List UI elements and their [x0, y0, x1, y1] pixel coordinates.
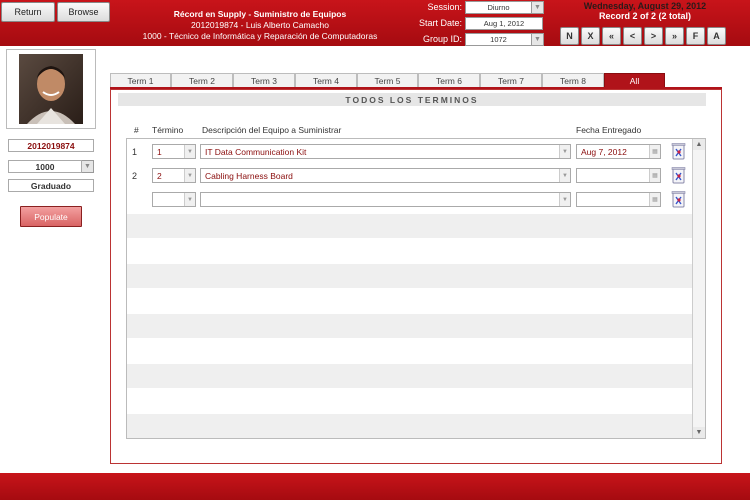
chevron-down-icon[interactable]: ▼: [82, 160, 94, 173]
row-number: 1: [132, 147, 138, 157]
tab-term-5[interactable]: Term 5: [357, 73, 418, 87]
student-line: 2012019874 - Luis Alberto Camacho: [191, 20, 329, 30]
tab-term-2[interactable]: Term 2: [171, 73, 233, 87]
program-select[interactable]: 1000: [8, 160, 82, 173]
nav-first-button[interactable]: «: [602, 27, 621, 45]
description-value: Cabling Harness Board: [205, 170, 293, 181]
page-title: Récord en Supply - Suministro de Equipos: [173, 9, 347, 19]
date-field[interactable]: ▦: [576, 168, 661, 183]
nav-last-button[interactable]: »: [665, 27, 684, 45]
table-row: 2 2 ▼ Cabling Harness Board ▼ ▦: [127, 163, 693, 187]
title-block: Récord en Supply - Suministro de Equipos…: [130, 9, 390, 42]
chevron-down-icon[interactable]: ▼: [184, 169, 195, 182]
footer-bar: [0, 473, 750, 500]
calendar-icon[interactable]: ▦: [649, 169, 660, 182]
description-select[interactable]: Cabling Harness Board ▼: [200, 168, 571, 183]
chevron-down-icon[interactable]: ▼: [559, 169, 570, 182]
scroll-up-icon[interactable]: ▲: [693, 139, 705, 150]
student-photo: [6, 49, 96, 129]
empty-row: [127, 264, 693, 288]
row-number: 2: [132, 171, 138, 181]
nav-all-button[interactable]: A: [707, 27, 726, 45]
tab-all[interactable]: All: [604, 73, 665, 87]
record-counter: Record 2 of 2 (2 total): [598, 11, 691, 21]
column-header-num: #: [134, 125, 139, 135]
tab-term-3[interactable]: Term 3: [233, 73, 295, 87]
date-block: Wednesday, August 29, 2012 Record 2 of 2…: [560, 1, 730, 21]
calendar-icon[interactable]: ▦: [649, 145, 660, 158]
empty-row: [127, 389, 693, 413]
chevron-down-icon[interactable]: ▼: [559, 193, 570, 206]
student-id-field[interactable]: 2012019874: [8, 139, 94, 152]
nav-delete-button[interactable]: X: [581, 27, 600, 45]
trash-icon[interactable]: [671, 142, 686, 160]
browse-button[interactable]: Browse: [57, 2, 110, 22]
tab-term-4[interactable]: Term 4: [295, 73, 357, 87]
vertical-scrollbar[interactable]: ▲ ▼: [692, 139, 705, 438]
return-button[interactable]: Return: [1, 2, 55, 22]
term-select[interactable]: 1 ▼: [152, 144, 196, 159]
calendar-icon[interactable]: ▦: [649, 193, 660, 206]
nav-new-button[interactable]: N: [560, 27, 579, 45]
trash-icon[interactable]: [671, 190, 686, 208]
date-value: Aug 7, 2012: [581, 146, 627, 157]
empty-row: [127, 414, 693, 438]
column-header-date: Fecha Entregado: [576, 125, 642, 135]
description-value: IT Data Communication Kit: [205, 146, 307, 157]
tab-term-7[interactable]: Term 7: [480, 73, 542, 87]
column-header-term: Término: [152, 125, 184, 135]
tab-term-6[interactable]: Term 6: [418, 73, 480, 87]
tab-term-8[interactable]: Term 8: [542, 73, 604, 87]
program-line: 1000 - Técnico de Informática y Reparaci…: [142, 31, 378, 41]
trash-icon[interactable]: [671, 166, 686, 184]
nav-next-button[interactable]: >: [644, 27, 663, 45]
supply-grid: 1 1 ▼ IT Data Communication Kit ▼ Aug 7,…: [126, 138, 706, 439]
start-date-field[interactable]: Aug 1, 2012: [465, 17, 543, 30]
table-row: ▼ ▼ ▦: [127, 187, 693, 211]
chevron-down-icon[interactable]: ▼: [532, 33, 544, 46]
scroll-down-icon[interactable]: ▼: [693, 427, 705, 438]
chevron-down-icon[interactable]: ▼: [532, 1, 544, 14]
empty-row: [127, 339, 693, 363]
start-date-label: Start Date:: [418, 18, 462, 28]
chevron-down-icon[interactable]: ▼: [184, 193, 195, 206]
description-select[interactable]: ▼: [200, 192, 571, 207]
term-value: 1: [157, 146, 162, 157]
date-field[interactable]: Aug 7, 2012 ▦: [576, 144, 661, 159]
date-field[interactable]: ▦: [576, 192, 661, 207]
column-header-description: Descripción del Equipo a Suministrar: [202, 125, 342, 135]
section-title: TODOS LOS TERMINOS: [118, 93, 706, 106]
session-select[interactable]: Diurno: [465, 1, 532, 14]
status-field[interactable]: Graduado: [8, 179, 94, 192]
table-row: 1 1 ▼ IT Data Communication Kit ▼ Aug 7,…: [127, 139, 693, 163]
empty-row: [127, 239, 693, 263]
term-value: 2: [157, 170, 162, 181]
nav-find-button[interactable]: F: [686, 27, 705, 45]
group-id-label: Group ID:: [422, 34, 462, 44]
tab-term-1[interactable]: Term 1: [110, 73, 171, 87]
header-bar: Return Browse Récord en Supply - Suminis…: [0, 0, 750, 46]
term-select[interactable]: ▼: [152, 192, 196, 207]
empty-row: [127, 214, 693, 238]
chevron-down-icon[interactable]: ▼: [184, 145, 195, 158]
empty-row: [127, 364, 693, 388]
populate-button[interactable]: Populate: [20, 206, 82, 227]
term-select[interactable]: 2 ▼: [152, 168, 196, 183]
chevron-down-icon[interactable]: ▼: [559, 145, 570, 158]
empty-row: [127, 289, 693, 313]
current-date: Wednesday, August 29, 2012: [583, 1, 707, 11]
group-id-select[interactable]: 1072: [465, 33, 532, 46]
nav-prev-button[interactable]: <: [623, 27, 642, 45]
description-select[interactable]: IT Data Communication Kit ▼: [200, 144, 571, 159]
session-label: Session:: [427, 2, 462, 12]
empty-row: [127, 314, 693, 338]
avatar: [19, 54, 83, 124]
